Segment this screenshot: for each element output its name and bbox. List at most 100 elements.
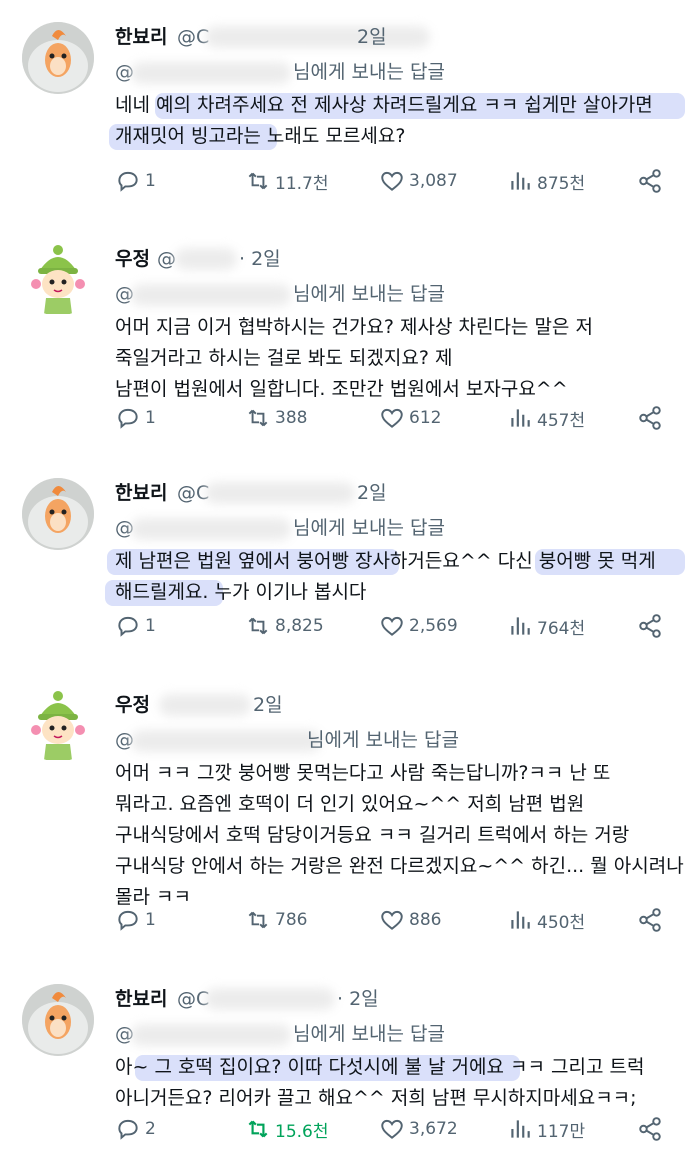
redacted-mention (131, 518, 291, 540)
like-button[interactable]: 612 (379, 401, 441, 435)
like-icon (381, 1119, 403, 1139)
post-header: 우정 2일 (115, 690, 675, 720)
post-text: 어머 지금 이거 협박하시는 건가요? 제사상 차린다는 말은 저 죽일거라고 … (115, 312, 685, 405)
reply-icon (118, 616, 138, 637)
views-count: 764천 (537, 618, 586, 639)
goldfish-avatar[interactable] (22, 22, 94, 94)
post-line: 남편이 법원에서 일합니다. 조만간 법원에서 보자구요^^ (115, 378, 568, 400)
post-time[interactable]: 2일 (357, 478, 387, 508)
character-avatar[interactable] (22, 690, 94, 762)
views-icon (511, 911, 530, 929)
share-icon[interactable] (637, 168, 663, 194)
repost-button[interactable]: 388 (245, 401, 307, 435)
repost-count: 786 (275, 910, 308, 930)
repost-icon (248, 1120, 268, 1138)
post-header: 우정 @ · 2일 (115, 244, 675, 274)
reply-label: 님에게 보내는 답글 (293, 517, 445, 539)
post-time[interactable]: 2일 (253, 690, 283, 720)
share-icon[interactable] (637, 613, 663, 639)
post-text: 제 남편은 법원 옆에서 붕어빵 장사하거든요^^ 다신 붕어빵 못 먹게 해드… (105, 546, 685, 608)
repost-icon (248, 409, 268, 427)
like-icon (381, 408, 403, 428)
reply-icon (118, 171, 138, 192)
character-avatar[interactable] (22, 244, 94, 316)
redacted-handle (205, 482, 355, 504)
views-button[interactable]: 450천 (507, 903, 585, 937)
action-bar: 1 388 612 457천 (115, 401, 675, 435)
author-name[interactable]: 우정 (115, 690, 150, 720)
reply-button[interactable]: 1 (115, 903, 156, 937)
views-count: 875천 (537, 173, 586, 194)
views-icon (511, 617, 530, 635)
action-bar: 2 15.6천 3,672 117만 (115, 1112, 675, 1146)
author-name[interactable]: 한뵤리 (115, 984, 167, 1014)
like-icon (381, 616, 403, 636)
reply-button[interactable]: 2 (115, 1112, 156, 1146)
reply-count: 2 (145, 1119, 156, 1139)
reply-label: 님에게 보내는 답글 (293, 61, 445, 83)
like-button[interactable]: 3,672 (379, 1112, 458, 1146)
repost-button[interactable]: 786 (245, 903, 307, 937)
reply-label: 님에게 보내는 답글 (293, 283, 445, 305)
redacted-handle (205, 988, 335, 1010)
post-time[interactable]: 2일 (357, 22, 387, 52)
repost-button[interactable]: 15.6천 (245, 1112, 329, 1146)
reply-label: 님에게 보내는 답글 (307, 729, 459, 751)
like-button[interactable]: 3,087 (379, 164, 458, 198)
repost-count: 388 (275, 408, 308, 428)
reply-count: 1 (145, 408, 156, 428)
share-icon[interactable] (637, 1116, 663, 1142)
views-count: 457천 (537, 410, 586, 431)
reply-count: 1 (145, 171, 156, 191)
share-icon[interactable] (637, 405, 663, 431)
redacted-mention (131, 730, 321, 752)
views-button[interactable]: 764천 (507, 609, 585, 643)
post-line: 구내식당 안에서 하는 거랑은 완전 다르겠지요~^^ 하긴... 뭘 아시려나 (115, 855, 684, 877)
like-count: 3,087 (409, 171, 458, 191)
reply-button[interactable]: 1 (115, 609, 156, 643)
post-line: 어머 지금 이거 협박하시는 건가요? 제사상 차린다는 말은 저 (115, 316, 593, 338)
author-name[interactable]: 우정 (115, 244, 150, 274)
post-line: 어머 ㅋㅋ 그깟 붕어빵 못먹는다고 사람 죽는답니까?ㅋㅋ 난 또 (115, 762, 611, 784)
repost-icon (248, 617, 268, 635)
redacted-handle (205, 26, 430, 48)
action-bar: 1 8,825 2,569 764천 (115, 609, 675, 643)
like-count: 2,569 (409, 616, 458, 636)
post-line: 네네 예의 차려주세요 전 제사상 차려드릴게요 ㅋㅋ 쉽게만 살아가면 (115, 94, 653, 116)
repost-count: 15.6천 (275, 1121, 329, 1142)
like-button[interactable]: 886 (379, 903, 441, 937)
post-time[interactable]: · 2일 (239, 244, 281, 274)
repost-button[interactable]: 11.7천 (245, 164, 329, 198)
repost-button[interactable]: 8,825 (245, 609, 324, 643)
post-line: 개재밋어 빙고라는 노래도 모르세요? (115, 125, 406, 147)
views-button[interactable]: 875천 (507, 164, 585, 198)
reply-icon (118, 910, 138, 931)
views-button[interactable]: 117만 (507, 1112, 585, 1146)
post-text: 네네 예의 차려주세요 전 제사상 차려드릴게요 ㅋㅋ 쉽게만 살아가면 개재밋… (109, 90, 685, 152)
post-time[interactable]: · 2일 (337, 984, 379, 1014)
post-text: 아~ 그 호떡 집이요? 이따 다섯시에 불 날 거에요 ㅋㅋ 그리고 트럭 아… (115, 1052, 685, 1114)
like-button[interactable]: 2,569 (379, 609, 458, 643)
post-header: 한뵤리 @C 2일 (115, 22, 675, 52)
like-count: 3,672 (409, 1119, 458, 1139)
reply-button[interactable]: 1 (115, 401, 156, 435)
goldfish-avatar[interactable] (22, 478, 94, 550)
reply-count: 1 (145, 616, 156, 636)
post-line: 해드릴게요. 누가 이기나 봅시다 (115, 581, 367, 603)
like-count: 886 (409, 910, 442, 930)
redacted-handle (175, 248, 237, 270)
reply-count: 1 (145, 910, 156, 930)
share-icon[interactable] (637, 907, 663, 933)
repost-count: 8,825 (275, 616, 324, 636)
like-icon (381, 171, 403, 191)
reply-button[interactable]: 1 (115, 164, 156, 198)
reply-icon (118, 1119, 138, 1140)
goldfish-avatar[interactable] (22, 984, 94, 1056)
post-line: 제 남편은 법원 옆에서 붕어빵 장사하거든요^^ 다신 붕어빵 못 먹게 (115, 550, 656, 572)
author-handle[interactable]: @ (157, 244, 176, 274)
author-name[interactable]: 한뵤리 (115, 478, 167, 508)
views-button[interactable]: 457천 (507, 401, 585, 435)
author-name[interactable]: 한뵤리 (115, 22, 167, 52)
views-icon (511, 1120, 530, 1138)
redacted-mention (131, 284, 291, 306)
